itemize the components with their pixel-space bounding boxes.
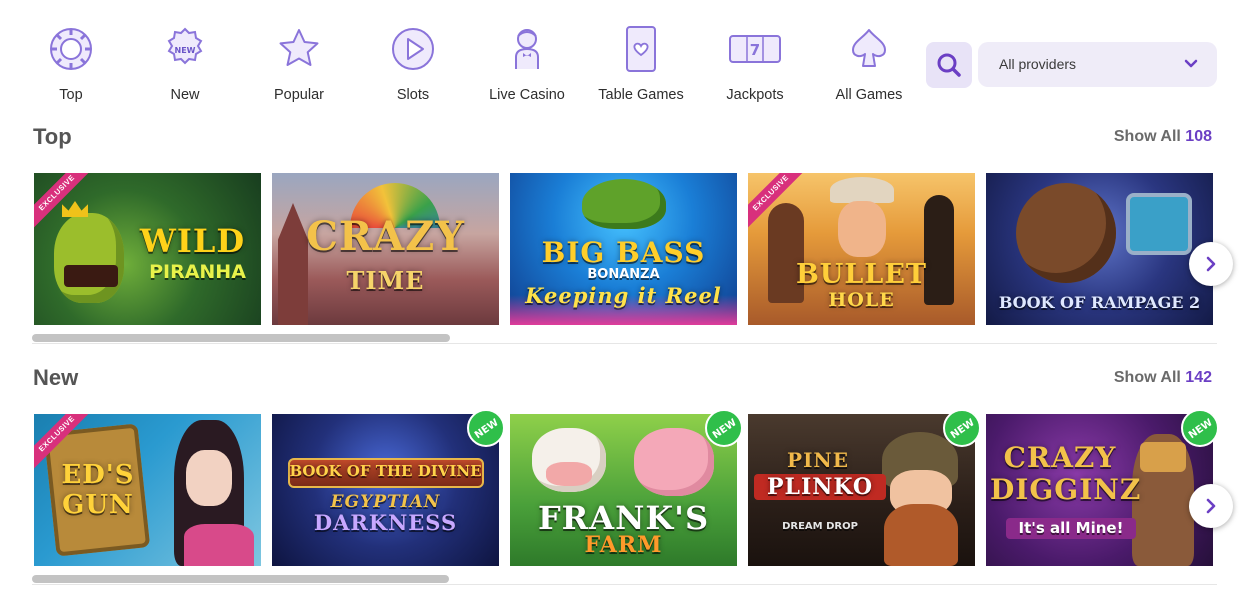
category-label: Table Games <box>598 87 684 103</box>
game-subtitle: TIME <box>346 266 425 295</box>
game-tagline: It's all Mine! <box>1006 518 1136 539</box>
provider-select-value: All providers <box>999 56 1077 72</box>
game-tile[interactable]: BOOK OF THE DIVINE EGYPTIAN DARKNESS <box>272 414 499 566</box>
show-all-top-link[interactable]: Show All 108 <box>1114 128 1212 146</box>
game-title: CRAZY <box>1003 441 1117 474</box>
show-all-label: Show All <box>1113 128 1181 145</box>
new-badge: NEW <box>467 409 505 447</box>
game-tagline: DREAM DROP <box>782 521 858 532</box>
section-title-top: Top <box>33 124 72 149</box>
game-tile[interactable]: CRAZY DIGGINZ It's all Mine! <box>986 414 1213 566</box>
game-tile[interactable]: BIG BASS BONANZA Keeping it Reel <box>510 173 737 325</box>
category-label: Live Casino <box>489 87 565 103</box>
top-chip-icon <box>48 22 94 74</box>
search-button[interactable] <box>926 42 972 88</box>
game-tagline: Keeping it Reel <box>525 283 722 308</box>
category-label: Slots <box>396 87 430 103</box>
category-label: Jackpots <box>726 87 784 103</box>
scrollbar-thumb[interactable] <box>32 575 449 583</box>
star-icon <box>276 22 322 74</box>
new-badge: NEW <box>705 409 743 447</box>
new-badge-icon: NEW <box>162 22 208 74</box>
scrollbar-thumb[interactable] <box>32 334 450 342</box>
game-tile[interactable]: BULLET HOLE EXCLUSIVE <box>748 173 975 325</box>
horizontal-scrollbar[interactable] <box>32 334 1217 344</box>
svg-text:7: 7 <box>750 41 760 59</box>
scroll-right-button[interactable] <box>1189 242 1233 286</box>
category-label: Top <box>59 87 83 103</box>
play-icon <box>390 22 436 74</box>
search-icon <box>937 53 961 77</box>
slot-777-icon: 7 <box>727 22 783 74</box>
game-subtitle: DIGGINZ <box>990 473 1142 506</box>
game-tile[interactable]: BOOK OF RAMPAGE 2 <box>986 173 1213 325</box>
category-top[interactable]: Top <box>14 18 128 108</box>
category-jackpots[interactable]: 7 Jackpots <box>698 18 812 108</box>
game-title: PINE <box>787 448 849 472</box>
game-tile[interactable]: CRAZY TIME <box>272 173 499 325</box>
game-title: BOOK OF RAMPAGE 2 <box>998 293 1201 312</box>
game-tile[interactable]: FRANK'S FARM <box>510 414 737 566</box>
new-games-row: ED'S GUN EXCLUSIVE BOOK OF THE DIVINE EG… <box>34 414 1213 566</box>
section-title-new: New <box>33 365 79 390</box>
game-title: ED'S <box>61 460 135 490</box>
game-count: 108 <box>1185 128 1212 145</box>
show-all-label: Show All <box>1113 369 1181 386</box>
top-games-row: WILD PIRANHA EXCLUSIVE CRAZY TIME BIG BA… <box>34 173 1213 325</box>
game-title: BOOK OF THE DIVINE <box>289 462 482 480</box>
category-label: All Games <box>835 87 903 103</box>
chevron-down-icon <box>1184 59 1198 68</box>
game-count: 142 <box>1185 369 1212 386</box>
category-popular[interactable]: Popular <box>242 18 356 108</box>
category-slots[interactable]: Slots <box>356 18 470 108</box>
category-nav: Top NEW New Popular Slots Live Casino Ta… <box>14 18 926 108</box>
game-subtitle: BONANZA <box>587 267 660 282</box>
game-title: CRAZY <box>306 213 465 260</box>
game-tile[interactable]: WILD PIRANHA EXCLUSIVE <box>34 173 261 325</box>
spade-icon <box>846 22 892 74</box>
category-all-games[interactable]: All Games <box>812 18 926 108</box>
game-title: FRANK'S <box>537 499 710 537</box>
horizontal-scrollbar[interactable] <box>32 575 1217 585</box>
chevron-right-icon <box>1206 498 1216 514</box>
game-tile[interactable]: ED'S GUN EXCLUSIVE <box>34 414 261 566</box>
new-badge: NEW <box>943 409 981 447</box>
game-title: WILD <box>139 222 246 260</box>
category-label: Popular <box>274 87 324 103</box>
chevron-right-icon <box>1206 256 1216 272</box>
category-live-casino[interactable]: Live Casino <box>470 18 584 108</box>
category-table-games[interactable]: Table Games <box>584 18 698 108</box>
game-subtitle: PIRANHA <box>149 261 246 283</box>
svg-text:NEW: NEW <box>175 46 196 55</box>
scroll-right-button[interactable] <box>1189 484 1233 528</box>
game-subtitle: HOLE <box>828 289 895 311</box>
game-subtitle: GUN <box>62 490 134 520</box>
provider-select[interactable]: All providers <box>978 42 1217 87</box>
category-new[interactable]: NEW New <box>128 18 242 108</box>
dealer-icon <box>504 22 550 74</box>
game-title: BIG BASS <box>541 236 706 269</box>
playing-card-icon <box>618 22 664 74</box>
game-title: BULLET <box>795 259 927 290</box>
game-subtitle: PLINKO <box>754 474 886 500</box>
game-tile[interactable]: PINE PLINKO DREAM DROP <box>748 414 975 566</box>
show-all-new-link[interactable]: Show All 142 <box>1114 369 1212 387</box>
category-label: New <box>170 87 200 103</box>
new-badge: NEW <box>1181 409 1219 447</box>
game-tagline: DARKNESS <box>313 510 458 535</box>
game-subtitle: FARM <box>584 532 663 558</box>
game-subtitle: EGYPTIAN <box>330 492 441 512</box>
